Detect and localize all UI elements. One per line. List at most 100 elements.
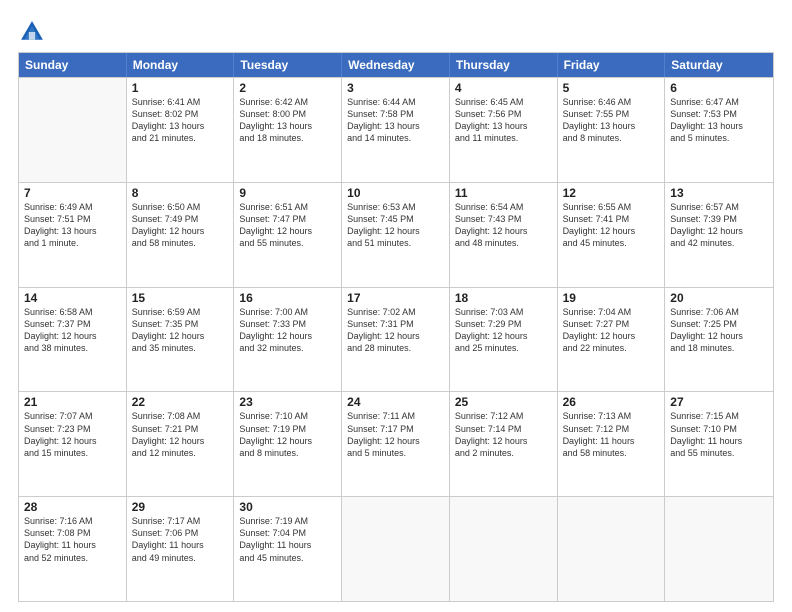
cell-line: Sunrise: 6:50 AM [132, 201, 229, 213]
page: SundayMondayTuesdayWednesdayThursdayFrid… [0, 0, 792, 612]
calendar-cell: 14Sunrise: 6:58 AMSunset: 7:37 PMDayligh… [19, 288, 127, 392]
calendar-cell: 1Sunrise: 6:41 AMSunset: 8:02 PMDaylight… [127, 78, 235, 182]
cell-line: Daylight: 11 hours [132, 539, 229, 551]
calendar-cell: 21Sunrise: 7:07 AMSunset: 7:23 PMDayligh… [19, 392, 127, 496]
cell-line: and 58 minutes. [563, 447, 660, 459]
day-number: 12 [563, 186, 660, 200]
calendar-cell [342, 497, 450, 601]
day-number: 30 [239, 500, 336, 514]
day-number: 21 [24, 395, 121, 409]
calendar-cell: 3Sunrise: 6:44 AMSunset: 7:58 PMDaylight… [342, 78, 450, 182]
calendar-cell: 4Sunrise: 6:45 AMSunset: 7:56 PMDaylight… [450, 78, 558, 182]
cell-line: Daylight: 13 hours [24, 225, 121, 237]
cell-line: Sunrise: 7:19 AM [239, 515, 336, 527]
calendar-cell: 16Sunrise: 7:00 AMSunset: 7:33 PMDayligh… [234, 288, 342, 392]
day-number: 7 [24, 186, 121, 200]
calendar-cell [450, 497, 558, 601]
cell-line: Daylight: 12 hours [24, 330, 121, 342]
cell-line: Sunset: 7:45 PM [347, 213, 444, 225]
cell-line: and 45 minutes. [563, 237, 660, 249]
calendar-cell: 2Sunrise: 6:42 AMSunset: 8:00 PMDaylight… [234, 78, 342, 182]
cell-line: and 18 minutes. [670, 342, 768, 354]
day-number: 1 [132, 81, 229, 95]
cell-line: Daylight: 13 hours [239, 120, 336, 132]
calendar-row-3: 14Sunrise: 6:58 AMSunset: 7:37 PMDayligh… [19, 287, 773, 392]
cell-line: Daylight: 12 hours [24, 435, 121, 447]
calendar-cell: 27Sunrise: 7:15 AMSunset: 7:10 PMDayligh… [665, 392, 773, 496]
cell-line: and 8 minutes. [239, 447, 336, 459]
cell-line: and 8 minutes. [563, 132, 660, 144]
day-number: 16 [239, 291, 336, 305]
cell-line: Daylight: 12 hours [239, 225, 336, 237]
calendar-cell: 24Sunrise: 7:11 AMSunset: 7:17 PMDayligh… [342, 392, 450, 496]
cell-line: and 51 minutes. [347, 237, 444, 249]
cell-line: Sunset: 7:21 PM [132, 423, 229, 435]
cell-line: and 38 minutes. [24, 342, 121, 354]
calendar-cell: 12Sunrise: 6:55 AMSunset: 7:41 PMDayligh… [558, 183, 666, 287]
cell-line: Daylight: 12 hours [455, 225, 552, 237]
cell-line: Daylight: 12 hours [455, 330, 552, 342]
day-number: 9 [239, 186, 336, 200]
cell-line: Sunset: 7:04 PM [239, 527, 336, 539]
calendar-cell: 22Sunrise: 7:08 AMSunset: 7:21 PMDayligh… [127, 392, 235, 496]
calendar: SundayMondayTuesdayWednesdayThursdayFrid… [18, 52, 774, 602]
logo-icon [18, 18, 46, 46]
cell-line: Daylight: 13 hours [347, 120, 444, 132]
cell-line: and 52 minutes. [24, 552, 121, 564]
cell-line: Sunrise: 7:16 AM [24, 515, 121, 527]
cell-line: and 45 minutes. [239, 552, 336, 564]
cell-line: Daylight: 12 hours [347, 225, 444, 237]
cell-line: Daylight: 13 hours [670, 120, 768, 132]
calendar-cell: 23Sunrise: 7:10 AMSunset: 7:19 PMDayligh… [234, 392, 342, 496]
cell-line: and 5 minutes. [670, 132, 768, 144]
cell-line: and 28 minutes. [347, 342, 444, 354]
cell-line: Sunrise: 7:11 AM [347, 410, 444, 422]
cell-line: and 14 minutes. [347, 132, 444, 144]
cell-line: Sunrise: 6:44 AM [347, 96, 444, 108]
cell-line: Sunrise: 7:12 AM [455, 410, 552, 422]
calendar-cell: 15Sunrise: 6:59 AMSunset: 7:35 PMDayligh… [127, 288, 235, 392]
cell-line: and 35 minutes. [132, 342, 229, 354]
calendar-cell: 13Sunrise: 6:57 AMSunset: 7:39 PMDayligh… [665, 183, 773, 287]
logo [18, 18, 50, 46]
calendar-cell: 18Sunrise: 7:03 AMSunset: 7:29 PMDayligh… [450, 288, 558, 392]
cell-line: Sunset: 7:33 PM [239, 318, 336, 330]
cell-line: Sunrise: 6:41 AM [132, 96, 229, 108]
cell-line: Sunset: 7:31 PM [347, 318, 444, 330]
cell-line: Sunset: 7:41 PM [563, 213, 660, 225]
cell-line: Daylight: 12 hours [670, 330, 768, 342]
header-cell-wednesday: Wednesday [342, 53, 450, 77]
calendar-row-1: 1Sunrise: 6:41 AMSunset: 8:02 PMDaylight… [19, 77, 773, 182]
day-number: 4 [455, 81, 552, 95]
cell-line: Sunset: 7:43 PM [455, 213, 552, 225]
calendar-cell: 28Sunrise: 7:16 AMSunset: 7:08 PMDayligh… [19, 497, 127, 601]
cell-line: Daylight: 13 hours [455, 120, 552, 132]
day-number: 3 [347, 81, 444, 95]
calendar-cell: 29Sunrise: 7:17 AMSunset: 7:06 PMDayligh… [127, 497, 235, 601]
header-cell-thursday: Thursday [450, 53, 558, 77]
day-number: 11 [455, 186, 552, 200]
cell-line: and 55 minutes. [670, 447, 768, 459]
day-number: 19 [563, 291, 660, 305]
cell-line: Sunrise: 7:08 AM [132, 410, 229, 422]
cell-line: Sunset: 7:17 PM [347, 423, 444, 435]
cell-line: Daylight: 12 hours [239, 435, 336, 447]
cell-line: Sunrise: 6:47 AM [670, 96, 768, 108]
calendar-cell: 17Sunrise: 7:02 AMSunset: 7:31 PMDayligh… [342, 288, 450, 392]
cell-line: Sunset: 7:58 PM [347, 108, 444, 120]
cell-line: Daylight: 12 hours [563, 225, 660, 237]
cell-line: Sunrise: 6:51 AM [239, 201, 336, 213]
cell-line: and 18 minutes. [239, 132, 336, 144]
calendar-cell [665, 497, 773, 601]
cell-line: Daylight: 13 hours [132, 120, 229, 132]
cell-line: and 49 minutes. [132, 552, 229, 564]
cell-line: Sunset: 7:14 PM [455, 423, 552, 435]
cell-line: Sunset: 7:39 PM [670, 213, 768, 225]
cell-line: Sunrise: 7:02 AM [347, 306, 444, 318]
day-number: 13 [670, 186, 768, 200]
cell-line: and 48 minutes. [455, 237, 552, 249]
cell-line: and 15 minutes. [24, 447, 121, 459]
calendar-cell: 10Sunrise: 6:53 AMSunset: 7:45 PMDayligh… [342, 183, 450, 287]
day-number: 25 [455, 395, 552, 409]
cell-line: Sunset: 8:00 PM [239, 108, 336, 120]
